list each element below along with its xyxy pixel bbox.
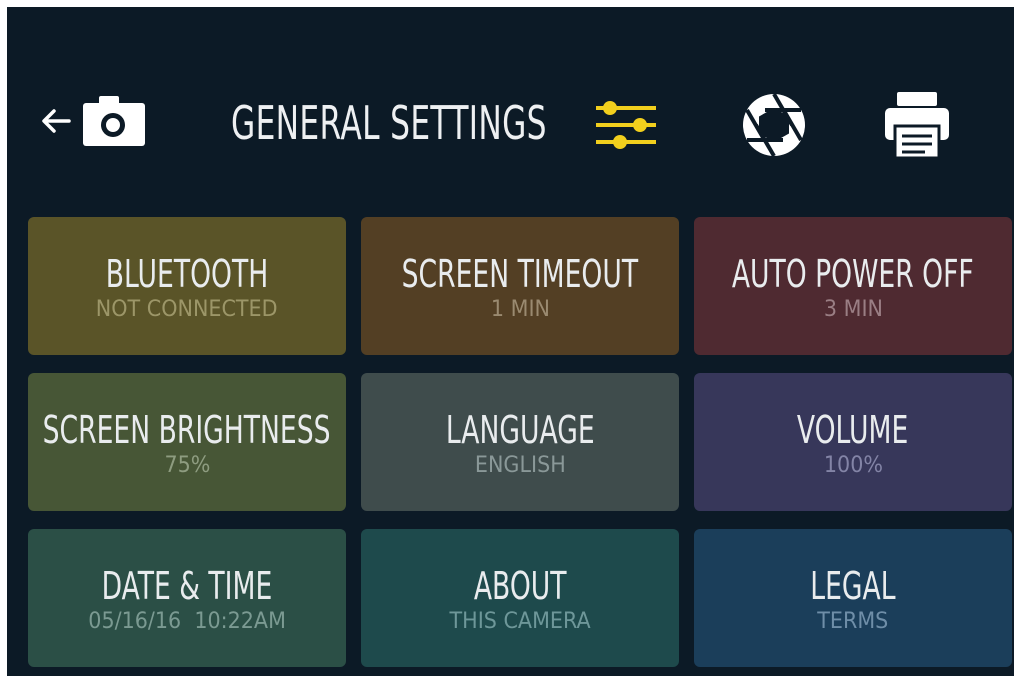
left-arrow-icon <box>42 109 71 133</box>
aperture-icon <box>743 92 805 158</box>
tile-about[interactable]: ABOUT THIS CAMERA <box>361 529 679 667</box>
tile-bluetooth[interactable]: BLUETOOTH NOT CONNECTED <box>28 217 346 355</box>
tile-value: NOT CONNECTED <box>96 297 278 322</box>
settings-grid: BLUETOOTH NOT CONNECTED SCREEN TIMEOUT 1… <box>28 217 1012 667</box>
printer-icon <box>885 92 949 160</box>
tab-camera-settings[interactable] <box>738 89 810 161</box>
tab-print-settings[interactable] <box>881 89 953 161</box>
tile-label: SCREEN BRIGHTNESS <box>43 408 331 452</box>
tile-auto-power-off[interactable]: AUTO POWER OFF 3 MIN <box>694 217 1012 355</box>
tile-label: ABOUT <box>473 564 567 608</box>
tile-value: 100% <box>823 453 883 478</box>
tile-label: SCREEN TIMEOUT <box>401 252 639 296</box>
tile-language[interactable]: LANGUAGE ENGLISH <box>361 373 679 511</box>
tile-label: VOLUME <box>797 408 909 452</box>
tile-value: 1 MIN <box>490 297 550 322</box>
tile-label: LEGAL <box>810 564 896 608</box>
camera-settings-screen: GENERAL SETTINGS BLUETOOTH NOT CONNECTED… <box>7 7 1014 676</box>
tile-date-time[interactable]: DATE & TIME 05/16/16 10:22AM <box>28 529 346 667</box>
tile-value: ENGLISH <box>474 453 566 478</box>
tile-value: THIS CAMERA <box>449 609 591 634</box>
tile-value: 75% <box>164 453 210 478</box>
tile-value: 3 MIN <box>823 297 883 322</box>
camera-icon <box>83 96 145 146</box>
tile-label: DATE & TIME <box>101 564 273 608</box>
back-to-camera-button[interactable] <box>37 89 157 153</box>
tile-label: LANGUAGE <box>445 408 595 452</box>
tile-legal[interactable]: LEGAL TERMS <box>694 529 1012 667</box>
page-title: GENERAL SETTINGS <box>231 96 547 150</box>
tile-label: AUTO POWER OFF <box>732 252 974 296</box>
tile-value: 05/16/16 10:22AM <box>88 609 286 634</box>
tile-volume[interactable]: VOLUME 100% <box>694 373 1012 511</box>
tile-value: TERMS <box>817 609 889 634</box>
tile-screen-timeout[interactable]: SCREEN TIMEOUT 1 MIN <box>361 217 679 355</box>
tile-screen-brightness[interactable]: SCREEN BRIGHTNESS 75% <box>28 373 346 511</box>
tab-general-settings[interactable] <box>589 89 661 161</box>
header-bar: GENERAL SETTINGS <box>7 7 1014 217</box>
sliders-icon <box>596 101 656 149</box>
tile-label: BLUETOOTH <box>105 252 269 296</box>
